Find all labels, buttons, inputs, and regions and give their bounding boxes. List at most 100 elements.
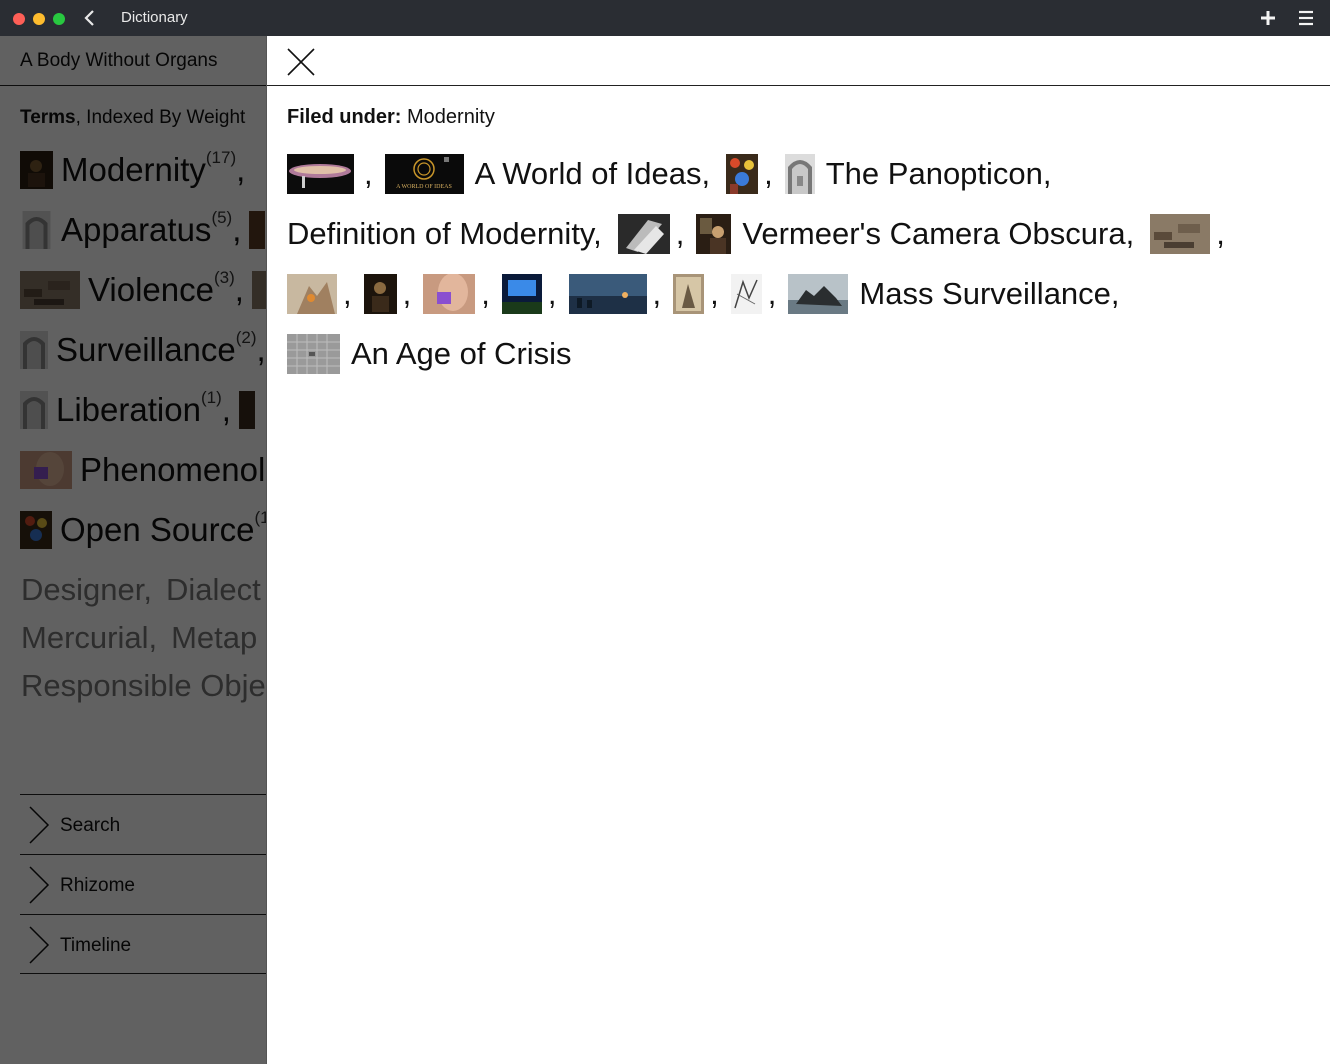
- minimize-window-button[interactable]: [33, 13, 45, 25]
- chevron-right-icon: [29, 806, 50, 844]
- filed-under-value: Modernity: [407, 106, 495, 128]
- entry-thumbnail[interactable]: [568, 274, 647, 314]
- term-thumbnail: [20, 391, 48, 429]
- entry-thumbnail[interactable]: [287, 334, 340, 374]
- section-search[interactable]: Search: [20, 794, 267, 854]
- entry-thumbnail[interactable]: [730, 274, 762, 314]
- more-term[interactable]: Designer,: [21, 572, 152, 607]
- more-term[interactable]: Dialect: [166, 572, 261, 607]
- term-count: (3): [214, 268, 235, 287]
- term-row-apparatus[interactable]: Apparatus (5) ,: [20, 208, 266, 250]
- entry-link[interactable]: The Panopticon,: [826, 156, 1052, 192]
- thumbnail-logo-text: A WORLD OF IDEAS: [396, 184, 452, 190]
- term-row-surveillance[interactable]: Surveillance (2) ,: [20, 328, 266, 370]
- terms-caption: Terms, Indexed By Weight: [20, 107, 245, 129]
- entry-thumbnail[interactable]: [726, 154, 759, 194]
- terms-caption-bold: Terms: [20, 107, 76, 128]
- term-thumbnail: [22, 211, 51, 249]
- entries-line: , A WORLD OF IDEAS A World of Ideas, , T…: [287, 144, 1317, 204]
- more-terms: Designer, Dialect Mercurial, Metap Respons…: [21, 566, 267, 710]
- entry-thumbnail[interactable]: [673, 274, 705, 314]
- terms-caption-rest: , Indexed By Weight: [75, 107, 246, 128]
- panel-header: [267, 36, 1330, 86]
- more-term[interactable]: Metap: [171, 620, 257, 655]
- back-arrow-icon[interactable]: [80, 8, 100, 28]
- entry-thumbnail[interactable]: [363, 274, 397, 314]
- more-term[interactable]: Mercurial,: [21, 620, 157, 655]
- separator: ,: [767, 276, 777, 311]
- term-thumbnail: [249, 211, 266, 249]
- zoom-window-button[interactable]: [53, 13, 65, 25]
- term-row-liberation[interactable]: Liberation (1) ,: [20, 388, 255, 430]
- entry-thumbnail[interactable]: [788, 274, 849, 314]
- term-name: Violence: [88, 271, 214, 308]
- entry-thumbnail[interactable]: [696, 214, 732, 254]
- entry-link[interactable]: Mass Surveillance,: [859, 276, 1119, 312]
- entry-link[interactable]: A World of Ideas,: [475, 156, 711, 192]
- more-terms-line: Responsible Obje: [21, 662, 267, 710]
- entries-list: , A WORLD OF IDEAS A World of Ideas, , T…: [287, 144, 1317, 384]
- entry-thumbnail[interactable]: [784, 154, 815, 194]
- entry-thumbnail[interactable]: [287, 154, 354, 194]
- section-label: Timeline: [60, 935, 132, 956]
- entry-thumbnail[interactable]: A WORLD OF IDEAS: [384, 154, 464, 194]
- term-count: (1): [200, 388, 222, 407]
- chevron-right-icon: [29, 866, 50, 904]
- entry-thumbnail[interactable]: [501, 274, 542, 314]
- separator: ,: [364, 156, 373, 191]
- term-separator: ,: [221, 391, 231, 428]
- term-name: Modernity: [61, 151, 206, 188]
- window-title: Dictionary: [121, 9, 188, 26]
- separator: ,: [343, 276, 352, 311]
- separator: ,: [764, 156, 773, 191]
- term-name: Surveillance: [56, 331, 236, 368]
- entries-line: Definition of Modernity, , Vermeer's Cam…: [287, 204, 1317, 264]
- term-thumbnail: [251, 271, 267, 309]
- term-row-modernity[interactable]: Modernity (17) ,: [20, 148, 246, 190]
- chevron-right-icon: [29, 926, 50, 964]
- more-term[interactable]: Responsible Obje: [21, 668, 266, 703]
- term-count: (2): [235, 328, 257, 347]
- hamburger-menu-icon[interactable]: [1296, 8, 1316, 28]
- term-thumbnail: [20, 271, 80, 309]
- sidebar-title[interactable]: A Body Without Organs: [20, 50, 218, 72]
- title-bar: Dictionary: [0, 0, 1330, 36]
- term-thumbnail: [20, 151, 53, 189]
- plus-icon[interactable]: [1258, 8, 1278, 28]
- term-separator: ,: [256, 331, 266, 368]
- entry-thumbnail[interactable]: [617, 214, 670, 254]
- term-thumbnail: [238, 391, 255, 429]
- separator: ,: [652, 276, 662, 311]
- separator: ,: [675, 216, 685, 251]
- entries-line: An Age of Crisis: [287, 324, 1317, 384]
- term-thumbnail: [20, 511, 52, 549]
- term-row-phenomenology[interactable]: Phenomenol: [20, 450, 265, 490]
- entry-link[interactable]: An Age of Crisis: [351, 336, 572, 372]
- term-name: Phenomenol: [80, 451, 266, 488]
- separator: ,: [710, 276, 719, 311]
- term-separator: ,: [234, 271, 244, 308]
- section-label: Search: [60, 815, 121, 836]
- entry-link[interactable]: Vermeer's Camera Obscura,: [742, 216, 1134, 252]
- term-row-violence[interactable]: Violence (3) ,: [20, 268, 267, 310]
- separator: ,: [547, 276, 557, 311]
- term-row-open-source[interactable]: Open Source (1: [20, 508, 267, 550]
- term-name: Open Source: [60, 511, 255, 548]
- entry-link[interactable]: Definition of Modernity,: [287, 216, 602, 252]
- separator: ,: [1216, 216, 1225, 251]
- close-window-button[interactable]: [13, 13, 25, 25]
- term-count: (17): [205, 148, 237, 167]
- term-name: Apparatus: [61, 211, 212, 248]
- entry-thumbnail[interactable]: [287, 274, 337, 314]
- section-rhizome[interactable]: Rhizome: [20, 854, 267, 914]
- section-timeline[interactable]: Timeline: [20, 914, 267, 974]
- term-separator: ,: [232, 211, 242, 248]
- close-icon[interactable]: [286, 47, 316, 77]
- entry-thumbnail[interactable]: [1150, 214, 1211, 254]
- separator: ,: [481, 276, 490, 311]
- term-separator: ,: [236, 151, 246, 188]
- term-thumbnail: [20, 331, 48, 369]
- term-name: Liberation: [56, 391, 201, 428]
- more-terms-line: Designer, Dialect: [21, 566, 267, 614]
- entry-thumbnail[interactable]: [423, 274, 476, 314]
